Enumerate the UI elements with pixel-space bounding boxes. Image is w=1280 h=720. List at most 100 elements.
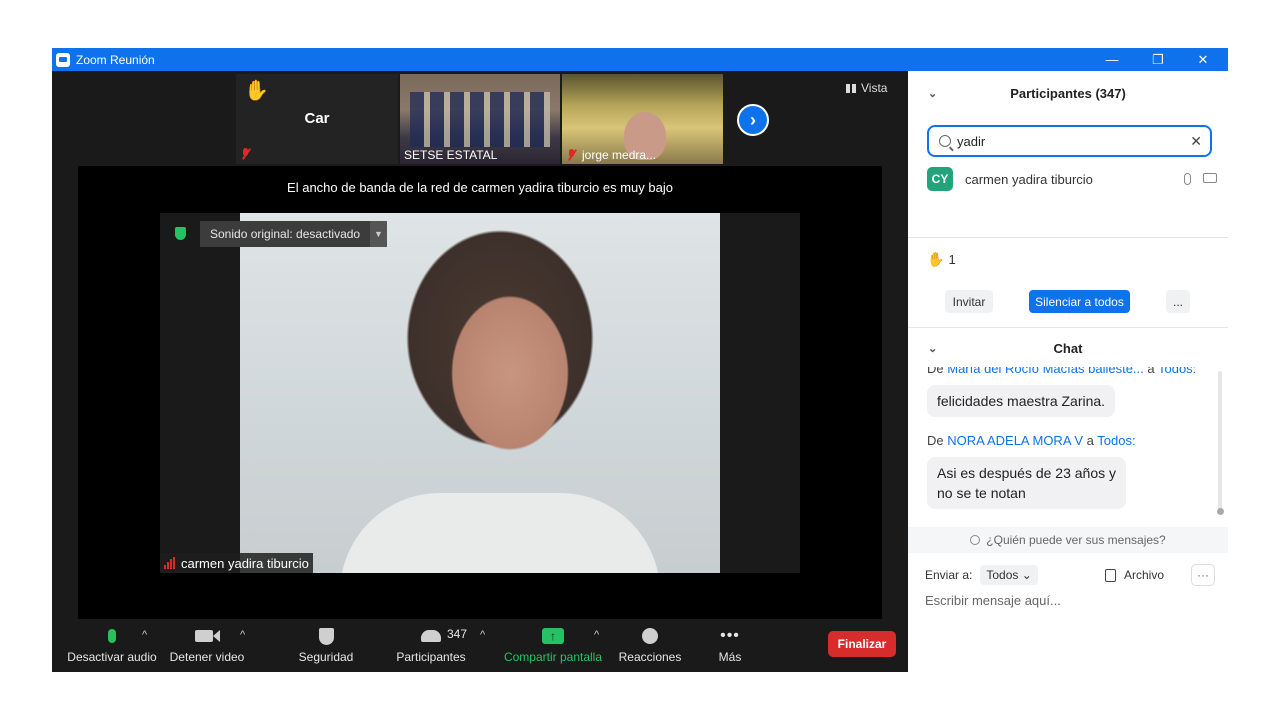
muted-mic-icon bbox=[240, 148, 252, 160]
who-can-see-link[interactable]: ¿Quién puede ver sus mensajes? bbox=[908, 527, 1228, 553]
zoom-window: Zoom Reunión — ❐ ✕ ✋ Car SETSE ESTATAL j… bbox=[52, 48, 1228, 672]
participant-search-input[interactable]: yadir ✕ bbox=[927, 125, 1212, 157]
thumbnail-jorge[interactable]: jorge medra... bbox=[562, 74, 723, 164]
minimize-button[interactable]: — bbox=[1089, 48, 1135, 71]
participant-status bbox=[1184, 173, 1217, 185]
chat-bubble: Asi es después de 23 años y no se te not… bbox=[927, 457, 1127, 509]
end-meeting-button[interactable]: Finalizar bbox=[828, 631, 896, 657]
stop-video-label: Detener video bbox=[169, 650, 245, 664]
thumbnail-car[interactable]: ✋ Car bbox=[236, 74, 398, 164]
chat-bubble: felicidades maestra Zarina. bbox=[927, 385, 1116, 417]
chevron-down-icon[interactable]: ⌄ bbox=[928, 342, 937, 355]
side-panel: ⌄ Participantes (347) yadir ✕ CY carmen … bbox=[908, 71, 1228, 672]
camera-icon bbox=[194, 622, 220, 650]
reactions-label: Reacciones bbox=[618, 650, 682, 664]
recipient-name[interactable]: Todos: bbox=[1097, 433, 1135, 448]
muted-mic-icon bbox=[566, 149, 578, 161]
thumbnail-label: Car bbox=[304, 110, 330, 127]
avatar: CY bbox=[927, 167, 953, 191]
file-label: Archivo bbox=[1124, 568, 1165, 582]
participants-label: Participantes bbox=[396, 650, 466, 664]
more-button[interactable]: ••• Más bbox=[710, 622, 750, 672]
share-screen-icon: ↑ bbox=[542, 622, 564, 650]
smiley-icon bbox=[642, 622, 658, 650]
reactions-button[interactable]: Reacciones bbox=[616, 622, 684, 672]
participants-header: ⌄ Participantes (347) bbox=[908, 71, 1228, 115]
send-to-label: Enviar a: bbox=[925, 568, 973, 582]
shield-icon bbox=[318, 622, 334, 650]
chat-bubble-line: no se te notan bbox=[937, 485, 1026, 501]
mute-all-button[interactable]: Silenciar a todos bbox=[1029, 290, 1130, 313]
zoom-logo-icon bbox=[56, 52, 70, 67]
thumbnail-setse-estatal[interactable]: SETSE ESTATAL bbox=[400, 74, 560, 164]
security-shield-icon bbox=[172, 225, 188, 241]
chat-more-button[interactable]: ··· bbox=[1191, 564, 1215, 586]
security-button[interactable]: Seguridad bbox=[290, 622, 362, 672]
view-label: Vista bbox=[861, 81, 888, 95]
restore-button[interactable]: ❐ bbox=[1135, 48, 1181, 71]
speaker-name-tag: carmen yadira tiburcio bbox=[160, 553, 313, 573]
participants-more-button[interactable]: ... bbox=[1166, 290, 1190, 313]
speaker-name: carmen yadira tiburcio bbox=[181, 555, 309, 571]
meeting-toolbar: Desactivar audio ^ Detener video ^ Segur… bbox=[52, 622, 908, 672]
search-value: yadir bbox=[957, 133, 986, 149]
chat-bubble-line: Asi es después de 23 años y bbox=[937, 465, 1117, 481]
divider bbox=[908, 237, 1228, 238]
share-screen-label: Compartir pantalla bbox=[503, 650, 603, 664]
bandwidth-warning: El ancho de banda de la red de carmen ya… bbox=[287, 180, 673, 195]
search-icon bbox=[939, 135, 951, 147]
invite-button[interactable]: Invitar bbox=[945, 290, 993, 313]
message-sender-line: De María del Rocío Macías balleste... a … bbox=[927, 367, 1196, 376]
meeting-stage: ✋ Car SETSE ESTATAL jorge medra... › Vis… bbox=[52, 71, 908, 672]
next-page-button[interactable]: › bbox=[737, 104, 769, 136]
file-button[interactable]: Archivo bbox=[1105, 568, 1164, 582]
more-dots-icon: ••• bbox=[720, 627, 740, 644]
window-title: Zoom Reunión bbox=[76, 52, 155, 67]
thumbnail-label: jorge medra... bbox=[582, 148, 657, 162]
active-speaker-area: El ancho de banda de la red de carmen ya… bbox=[78, 166, 882, 619]
original-sound-button[interactable]: Sonido original: desactivado bbox=[200, 221, 371, 247]
participants-title: Participantes (347) bbox=[1010, 85, 1126, 101]
recipient-dropdown[interactable]: Todos ⌄ bbox=[980, 565, 1038, 585]
share-screen-button[interactable]: ↑ Compartir pantalla bbox=[498, 622, 608, 672]
participant-item[interactable]: CY carmen yadira tiburcio bbox=[927, 167, 1217, 191]
file-icon bbox=[1105, 568, 1116, 582]
sender-name[interactable]: NORA ADELA MORA V bbox=[947, 433, 1083, 448]
chat-input[interactable]: Escribir mensaje aquí... bbox=[925, 593, 1061, 608]
video-scene bbox=[340, 493, 660, 573]
sender-name[interactable]: María del Rocío Macías balleste... bbox=[947, 367, 1144, 376]
who-can-see-label: ¿Quién puede ver sus mensajes? bbox=[986, 533, 1166, 547]
video-scene bbox=[410, 92, 550, 147]
close-button[interactable]: ✕ bbox=[1180, 48, 1226, 71]
stop-video-button[interactable]: Detener video bbox=[167, 622, 247, 672]
raised-hands-count: ✋ 1 bbox=[927, 251, 956, 268]
original-sound-dropdown[interactable]: ▼ bbox=[370, 221, 387, 247]
thumbnail-name-tag: jorge medra... bbox=[566, 148, 656, 162]
raised-hand-icon: ✋ bbox=[244, 80, 269, 102]
recipient-name[interactable]: Todos: bbox=[1158, 367, 1196, 376]
chat-messages: De María del Rocío Macías balleste... a … bbox=[908, 367, 1228, 527]
participants-options-caret[interactable]: ^ bbox=[480, 629, 485, 641]
participants-count: 347 bbox=[447, 627, 468, 641]
grid-icon bbox=[846, 83, 856, 93]
clear-search-icon[interactable]: ✕ bbox=[1190, 133, 1202, 150]
audio-options-caret[interactable]: ^ bbox=[142, 629, 147, 641]
title-bar: Zoom Reunión — ❐ ✕ bbox=[52, 48, 1228, 71]
chat-scrollbar[interactable] bbox=[1217, 371, 1224, 515]
video-options-caret[interactable]: ^ bbox=[240, 629, 245, 641]
message-sender-line: De NORA ADELA MORA V a Todos: bbox=[927, 433, 1136, 448]
divider bbox=[908, 327, 1228, 328]
weak-signal-icon bbox=[164, 557, 176, 569]
share-options-caret[interactable]: ^ bbox=[594, 629, 599, 641]
chat-title: Chat bbox=[1053, 340, 1083, 356]
view-button[interactable]: Vista bbox=[846, 81, 887, 95]
send-to-row: Enviar a: Todos ⌄ Archivo ··· bbox=[925, 563, 1215, 587]
chevron-down-icon[interactable]: ⌄ bbox=[928, 87, 937, 100]
mute-audio-label: Desactivar audio bbox=[67, 650, 157, 664]
person-icon bbox=[970, 535, 981, 545]
speaker-video-frame bbox=[240, 213, 720, 573]
participants-icon bbox=[421, 622, 441, 650]
thumbnail-label: SETSE ESTATAL bbox=[404, 148, 498, 162]
more-label: Más bbox=[718, 650, 742, 664]
raised-hand-icon: ✋ bbox=[927, 251, 945, 267]
